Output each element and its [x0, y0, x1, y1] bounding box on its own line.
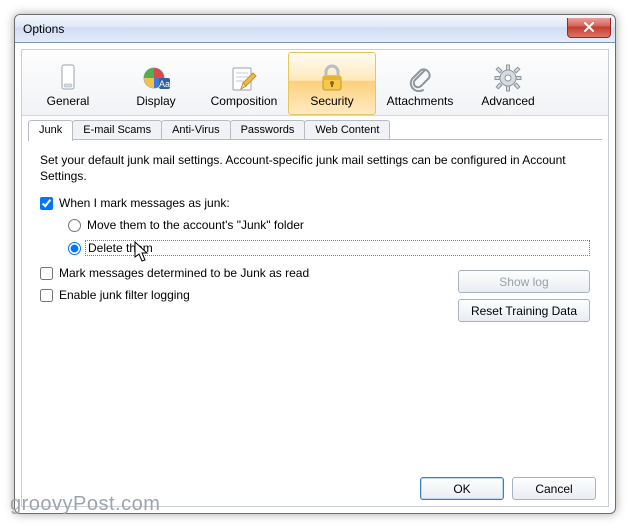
reset-training-button[interactable]: Reset Training Data	[458, 299, 590, 322]
mark-read-label: Mark messages determined to be Junk as r…	[59, 266, 309, 280]
category-toolbar: General Aa Display	[22, 50, 608, 116]
mark-junk-label: When I mark messages as junk:	[59, 196, 230, 210]
tab-passwords[interactable]: Passwords	[230, 120, 306, 140]
ok-button[interactable]: OK	[420, 477, 504, 500]
category-label: Advanced	[481, 94, 534, 108]
move-junk-label: Move them to the account's "Junk" folder	[87, 218, 304, 232]
svg-text:Aa: Aa	[159, 79, 170, 89]
general-icon	[54, 64, 82, 92]
watermark: groovyPost.com	[10, 493, 160, 516]
lock-icon	[318, 64, 346, 92]
category-general[interactable]: General	[24, 52, 112, 115]
options-window: Options General	[14, 14, 616, 514]
category-composition[interactable]: Composition	[200, 52, 288, 115]
category-label: General	[47, 94, 90, 108]
show-log-button[interactable]: Show log	[458, 270, 590, 293]
tab-junk[interactable]: Junk	[28, 120, 73, 141]
junk-panel: Set your default junk mail settings. Acc…	[28, 142, 602, 458]
move-junk-radio[interactable]	[68, 219, 81, 232]
delete-junk-radio[interactable]	[68, 242, 81, 255]
category-label: Security	[310, 94, 353, 108]
subtab-strip: Junk E-mail Scams Anti-Virus Passwords W…	[22, 116, 608, 140]
category-advanced[interactable]: Advanced	[464, 52, 552, 115]
category-display[interactable]: Aa Display	[112, 52, 200, 115]
category-label: Composition	[211, 94, 278, 108]
titlebar: Options	[15, 15, 615, 43]
enable-logging-label: Enable junk filter logging	[59, 288, 190, 302]
dialog-footer: OK Cancel	[420, 477, 596, 500]
category-security[interactable]: Security	[288, 52, 376, 115]
delete-junk-label: Delete them	[85, 240, 590, 256]
display-icon: Aa	[142, 64, 170, 92]
cancel-button[interactable]: Cancel	[512, 477, 596, 500]
mark-read-checkbox[interactable]	[40, 267, 53, 280]
enable-logging-checkbox[interactable]	[40, 289, 53, 302]
window-title: Options	[23, 22, 64, 36]
composition-icon	[230, 64, 258, 92]
gear-icon	[494, 64, 522, 92]
tab-anti-virus[interactable]: Anti-Virus	[161, 120, 230, 140]
panel-description: Set your default junk mail settings. Acc…	[40, 152, 590, 184]
category-attachments[interactable]: Attachments	[376, 52, 464, 115]
tab-email-scams[interactable]: E-mail Scams	[72, 120, 162, 140]
close-icon	[583, 19, 595, 37]
content-frame: General Aa Display	[21, 49, 609, 507]
tab-web-content[interactable]: Web Content	[304, 120, 390, 140]
mark-junk-checkbox[interactable]	[40, 197, 53, 210]
category-label: Attachments	[387, 94, 454, 108]
close-button[interactable]	[567, 18, 611, 38]
category-label: Display	[136, 94, 175, 108]
paperclip-icon	[406, 64, 434, 92]
